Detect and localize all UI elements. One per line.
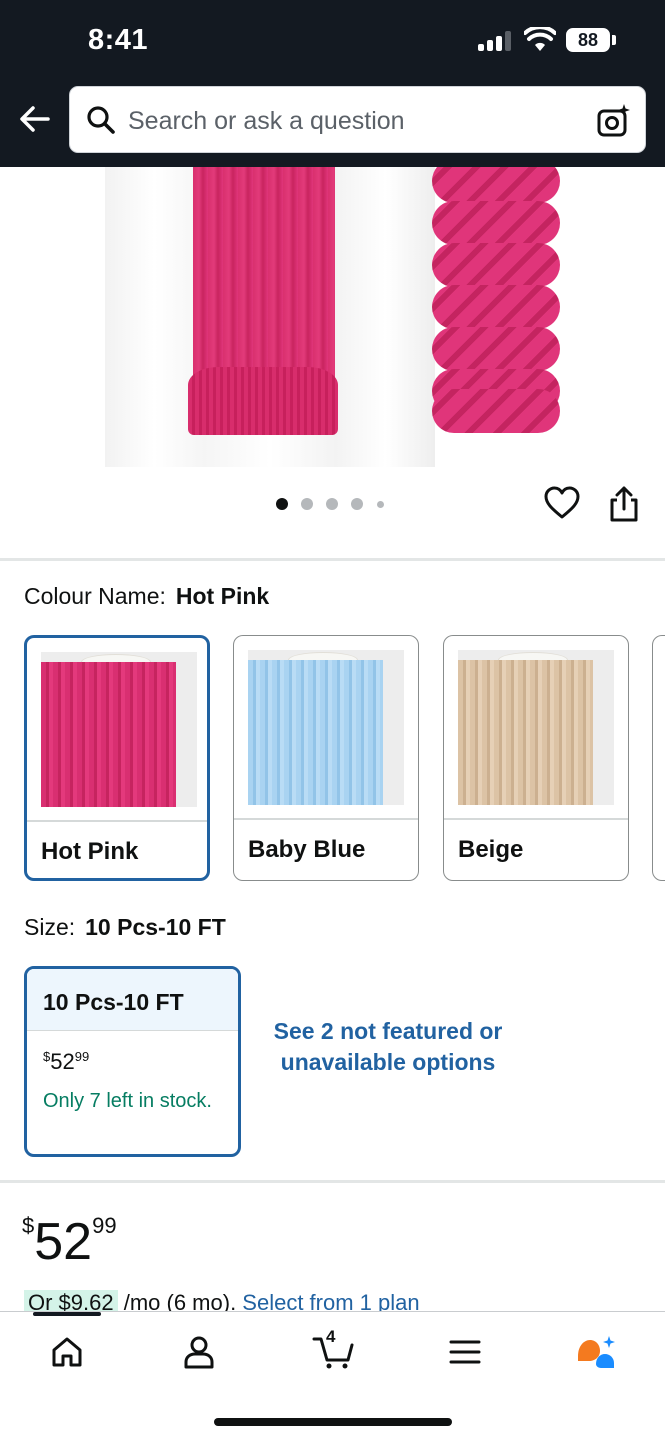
swatch-image <box>458 650 614 805</box>
colour-selected-value: Hot Pink <box>175 583 270 609</box>
swatch-image <box>41 652 197 807</box>
braided-runner <box>432 389 560 433</box>
carousel-dot[interactable] <box>326 498 338 510</box>
wifi-icon <box>524 27 556 51</box>
battery-tip <box>612 35 616 45</box>
swatch-name: Beige <box>458 836 524 863</box>
battery-indicator: 88 <box>566 28 610 52</box>
colour-option-partial[interactable] <box>652 635 665 881</box>
account-icon[interactable] <box>181 1334 217 1370</box>
swatch-cloth <box>41 662 176 807</box>
section-divider <box>0 558 665 561</box>
swatch-divider <box>27 820 207 822</box>
swatch-divider <box>444 818 628 820</box>
product-price: $5299 <box>22 1212 117 1272</box>
size-label-text: Size: <box>24 914 76 940</box>
search-icon <box>87 106 115 134</box>
carousel-dot[interactable] <box>377 501 384 508</box>
carousel-dot[interactable] <box>301 498 313 510</box>
carousel-dot-active[interactable] <box>276 498 288 510</box>
price-cents: 99 <box>74 1049 90 1064</box>
braided-runner <box>432 243 560 287</box>
braided-runner <box>432 167 560 203</box>
home-icon[interactable] <box>49 1334 85 1370</box>
size-card-price: $5299 <box>43 1049 89 1075</box>
price-cents: 99 <box>92 1213 117 1238</box>
size-card-header: 10 Pcs-10 FT <box>27 969 238 1031</box>
see-unavailable-options-link[interactable]: See 2 not featured or unavailable option… <box>270 1016 506 1078</box>
search-bar[interactable]: Search or ask a question <box>69 86 646 153</box>
status-time: 8:41 <box>88 24 149 56</box>
size-option-10pcs-10ft[interactable]: 10 Pcs-10 FT $5299 Only 7 left in stock. <box>24 966 241 1157</box>
menu-icon[interactable] <box>447 1334 483 1370</box>
stock-status: Only 7 left in stock. <box>43 1090 212 1112</box>
colour-label-text: Colour Name: <box>24 583 166 609</box>
heart-icon[interactable] <box>544 486 580 520</box>
top-header: 8:41 88 Search or ask a question <box>0 0 665 167</box>
runner-fringe <box>188 367 338 435</box>
active-tab-indicator <box>33 1312 101 1316</box>
swatch-name: Baby Blue <box>248 836 366 863</box>
section-divider <box>0 1180 665 1183</box>
swatch-divider <box>234 818 418 820</box>
swatch-cloth <box>248 660 383 805</box>
swatch-image <box>248 650 404 805</box>
swatch-name: Hot Pink <box>41 838 139 865</box>
carousel-dot[interactable] <box>351 498 363 510</box>
colour-option-baby-blue[interactable]: Baby Blue <box>233 635 419 881</box>
product-image[interactable] <box>0 167 665 467</box>
size-selected-value: 10 Pcs-10 FT <box>85 914 226 940</box>
share-icon[interactable] <box>607 485 641 523</box>
braided-runner <box>432 327 560 371</box>
colour-option-hot-pink[interactable]: Hot Pink <box>24 635 210 881</box>
swatch-cloth <box>458 660 593 805</box>
price-whole: 52 <box>50 1049 75 1074</box>
colour-label: Colour Name: Hot Pink <box>24 583 269 610</box>
braided-runner <box>432 285 560 329</box>
rufus-icon[interactable] <box>576 1334 616 1370</box>
back-arrow-icon[interactable] <box>18 102 52 136</box>
price-currency: $ <box>22 1213 35 1238</box>
cellular-signal-icon <box>478 31 514 51</box>
colour-option-beige[interactable]: Beige <box>443 635 629 881</box>
camera-search-icon[interactable] <box>596 103 632 139</box>
home-indicator-bar <box>214 1418 452 1426</box>
cart-count-badge: 4 <box>326 1327 336 1346</box>
size-label: Size: 10 Pcs-10 FT <box>24 914 226 941</box>
size-card-title: 10 Pcs-10 FT <box>43 989 184 1015</box>
braided-runner <box>432 201 560 245</box>
search-input[interactable]: Search or ask a question <box>128 107 405 136</box>
price-whole: 52 <box>34 1213 93 1271</box>
